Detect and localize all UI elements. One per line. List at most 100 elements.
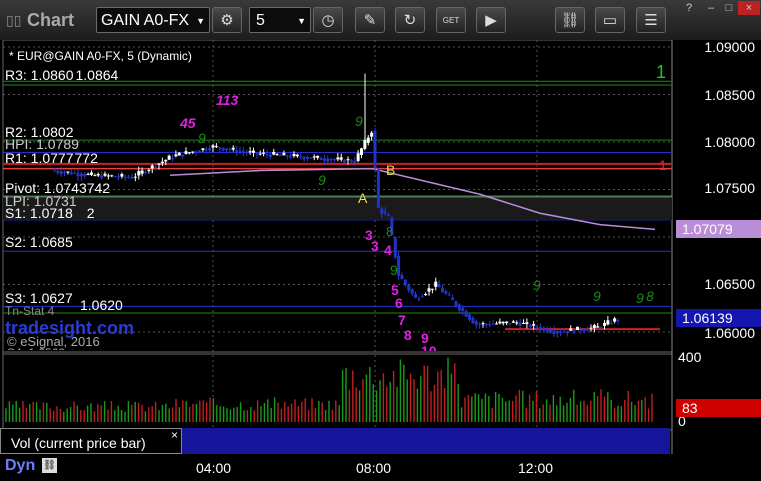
candle-body — [542, 328, 546, 330]
candle-body — [198, 150, 201, 152]
candle-body — [424, 293, 428, 295]
annotation-b: B — [386, 162, 396, 178]
green-count-9: 8 — [646, 288, 654, 304]
link-chain-icon[interactable]: ⛓ — [42, 458, 57, 473]
level-r3: R3: 1.0860 1.0864 — [5, 67, 119, 83]
studies-button[interactable]: GET — [436, 7, 466, 33]
candle-body — [258, 153, 262, 155]
candle-body — [586, 328, 590, 331]
chevron-down-icon: ▼ — [196, 16, 205, 26]
candle-body — [140, 170, 144, 174]
candle-body — [282, 152, 286, 156]
candle-body — [356, 153, 360, 161]
candle-body — [113, 176, 117, 178]
candle-body — [157, 163, 161, 165]
candle-body — [481, 323, 485, 325]
candle-body — [56, 170, 60, 173]
time-template-button[interactable]: ◷ — [313, 7, 343, 33]
candle-body — [508, 322, 512, 325]
candle-body — [150, 165, 154, 169]
candle-body — [322, 158, 326, 161]
candle-body — [319, 158, 323, 160]
comment-button[interactable]: ▭ — [595, 7, 625, 33]
candle-body — [427, 288, 431, 292]
candle-body — [194, 151, 198, 153]
volume-panel-label[interactable]: Vol (current price bar) × — [0, 428, 182, 454]
symbol-field[interactable]: GAIN A0-FX ▼ — [96, 7, 210, 33]
candle-body — [454, 301, 458, 306]
y-tick-2: 1.08500 — [704, 87, 755, 103]
candle-body — [191, 151, 195, 153]
ma-value-tag: 1.07079 — [676, 220, 761, 238]
candle-body — [76, 173, 80, 177]
y-tick-6: 1.06000 — [704, 325, 755, 341]
candle-body — [383, 211, 387, 214]
annotation-a: A — [358, 190, 368, 206]
menu-button[interactable]: ☰ — [636, 7, 666, 33]
magenta-10: 10 — [421, 343, 437, 351]
candle-body — [525, 322, 529, 325]
maximize-button[interactable]: □ — [718, 1, 740, 15]
candle-body — [495, 323, 498, 325]
candle-body — [400, 275, 404, 280]
candle-body — [393, 237, 397, 258]
candle-body — [461, 307, 465, 311]
link-button[interactable]: ⛓ — [555, 7, 585, 33]
dynamic-label[interactable]: Dyn — [5, 457, 35, 475]
candle-body — [336, 157, 340, 160]
draw-button[interactable]: ✎ — [355, 7, 385, 33]
candle-body — [154, 166, 158, 168]
candle-body — [498, 321, 502, 324]
candle-body — [245, 151, 249, 153]
candle-body — [103, 173, 107, 176]
window-title: Chart — [27, 10, 75, 30]
candle-body — [147, 170, 151, 172]
symbol-value: GAIN A0-FX — [101, 12, 190, 29]
refresh-button[interactable]: ↻ — [395, 7, 425, 33]
candle-body — [52, 170, 56, 172]
menu-icon: ☰ — [644, 12, 658, 29]
candle-body — [231, 147, 235, 150]
candle-body — [214, 146, 218, 148]
candle-body — [137, 170, 141, 176]
candle-body — [265, 154, 269, 156]
candle-body — [549, 329, 552, 333]
candle-body — [228, 148, 232, 150]
price-volume-chart[interactable] — [0, 40, 761, 454]
settings-button[interactable]: ⚙ — [212, 7, 242, 33]
interval-field[interactable]: 5 ▼ — [249, 7, 311, 33]
play-button[interactable]: ▶ — [476, 7, 506, 33]
close-icon[interactable]: × — [171, 428, 178, 442]
candle-body — [491, 323, 495, 325]
candle-body — [329, 158, 333, 161]
candle-body — [380, 208, 384, 214]
last-volume-tag: 83 — [676, 399, 761, 417]
level-s1: S1: 1.0718 2 — [5, 205, 95, 221]
candle-body — [376, 169, 380, 208]
chevron-down-icon: ▼ — [297, 16, 306, 26]
candle-body — [164, 159, 168, 162]
help-button[interactable]: ? — [678, 1, 700, 15]
candle-body — [171, 157, 174, 159]
candle-body — [93, 175, 97, 177]
close-button[interactable]: × — [738, 1, 760, 15]
candle-body — [285, 155, 289, 157]
candle-body — [79, 173, 83, 177]
gear-icon: ⚙ — [220, 12, 234, 29]
candle-body — [464, 311, 468, 317]
candle-body — [501, 321, 505, 324]
last-price-tag: 1.06139 — [676, 309, 761, 327]
candle-body — [83, 174, 87, 177]
candle-body — [120, 174, 124, 177]
green-count-1: 9 — [198, 130, 206, 146]
pivot-band — [3, 197, 672, 220]
candle-body — [589, 327, 593, 329]
candle-body — [177, 152, 181, 156]
candle-body — [187, 152, 191, 154]
candle-body — [599, 327, 603, 329]
candle-body — [555, 331, 559, 334]
candle-body — [592, 325, 596, 329]
candle-body — [606, 320, 610, 325]
candle-body — [417, 298, 421, 300]
chart-header: * EUR@GAIN A0-FX, 5 (Dynamic) — [9, 49, 192, 63]
